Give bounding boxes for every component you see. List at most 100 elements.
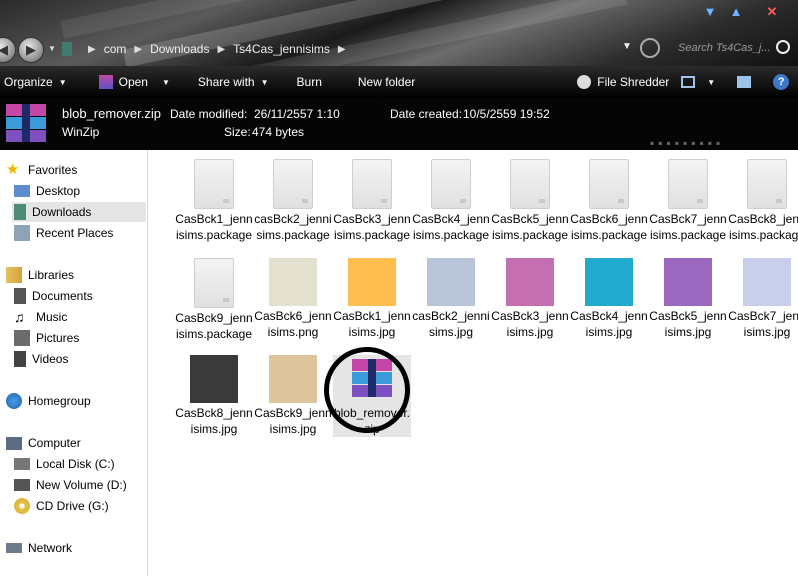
chevron-right-icon[interactable]: ▶: [88, 44, 96, 55]
nav-desktop[interactable]: Desktop: [14, 181, 80, 201]
search-icon[interactable]: [776, 40, 790, 54]
nav-favorites[interactable]: ★ Favorites: [6, 160, 77, 180]
new-folder-button[interactable]: New folder: [352, 66, 421, 98]
network-icon: [6, 543, 22, 553]
minimize-button[interactable]: ▼: [700, 4, 720, 20]
chevron-right-icon[interactable]: ▶: [217, 44, 225, 55]
nav-pictures[interactable]: Pictures: [14, 328, 79, 348]
nav-network[interactable]: Network: [6, 538, 72, 558]
file-name-label: CasBck8_jennisims.jpg: [175, 406, 253, 436]
nav-label: Desktop: [36, 184, 81, 198]
recent-pages-dropdown-icon[interactable]: ▼: [48, 44, 56, 53]
nav-computer[interactable]: Computer: [6, 433, 81, 453]
chevron-down-icon: ▼: [707, 77, 716, 87]
nav-homegroup[interactable]: Homegroup: [6, 391, 91, 411]
file-item-package[interactable]: CasBck6_jennisims.package: [570, 159, 648, 243]
back-button[interactable]: ◀: [0, 37, 16, 63]
file-name-label: CasBck3_jennisims.jpg: [491, 309, 569, 339]
file-item-package[interactable]: CasBck1_jennisims.package: [175, 159, 253, 243]
chevron-right-icon[interactable]: ▶: [134, 44, 142, 55]
image-thumbnail: [664, 258, 712, 306]
nav-documents[interactable]: Documents: [14, 286, 93, 306]
file-item-package[interactable]: CasBck9_jennisims.package: [175, 258, 253, 342]
nav-libraries[interactable]: Libraries: [6, 265, 74, 285]
nav-local-disk-c[interactable]: Local Disk (C:): [14, 454, 115, 474]
nav-label: Favorites: [28, 163, 78, 177]
file-item-image[interactable]: CasBck8_jennisims.jpg: [175, 355, 253, 437]
hard-drive-icon: [14, 479, 30, 491]
nav-label: New Volume (D:): [36, 478, 127, 492]
file-item-package[interactable]: CasBck4_jennisims.package: [412, 159, 490, 243]
file-item-package[interactable]: casBck2_jennisims.package: [254, 159, 332, 243]
refresh-icon[interactable]: [640, 38, 660, 58]
file-item-image[interactable]: CasBck5_jennisims.jpg: [649, 258, 727, 340]
nav-label: Computer: [28, 436, 81, 450]
folder-icon: [62, 42, 72, 56]
nav-label: Pictures: [36, 331, 80, 345]
preview-pane-button[interactable]: [731, 66, 757, 98]
chevron-down-icon: ▼: [260, 77, 269, 87]
nav-videos[interactable]: Videos: [14, 349, 68, 369]
address-dropdown-icon[interactable]: ▼: [622, 41, 632, 52]
maximize-button[interactable]: ▲: [726, 4, 746, 20]
file-item-image[interactable]: CasBck7_jennisims.jpg: [728, 258, 798, 340]
file-item-package[interactable]: CasBck5_jennisims.package: [491, 159, 569, 243]
date-created-label: Date created:: [390, 107, 463, 121]
cd-drive-icon: [14, 498, 30, 514]
open-button[interactable]: Open ▼: [93, 66, 176, 98]
organize-button[interactable]: Organize ▼: [0, 66, 73, 98]
nav-music[interactable]: ♫ Music: [14, 307, 67, 327]
close-button[interactable]: ✕: [762, 4, 782, 20]
search-input[interactable]: Search Ts4Cas_j...: [672, 38, 786, 58]
burn-button[interactable]: Burn: [291, 66, 328, 98]
forward-button[interactable]: ▶: [18, 37, 44, 63]
winzip-file-icon: [6, 104, 46, 142]
file-name-label: CasBck1_jennisims.jpg: [333, 309, 411, 339]
views-grid-icon: [681, 76, 696, 88]
file-item-package[interactable]: CasBck7_jennisims.package: [649, 159, 727, 243]
file-item-image[interactable]: CasBck6_jennisims.png: [254, 258, 332, 340]
help-button[interactable]: ?: [767, 66, 795, 98]
documents-icon: [14, 288, 26, 304]
package-file-icon: [510, 159, 550, 209]
file-item-zip[interactable]: blob_remover.zip: [333, 355, 411, 437]
chevron-right-icon[interactable]: ▶: [338, 44, 346, 55]
date-modified-label: Date modified:: [170, 107, 248, 121]
file-item-image[interactable]: CasBck1_jennisims.jpg: [333, 258, 411, 340]
nav-cd-drive-g[interactable]: CD Drive (G:): [14, 496, 109, 516]
breadcrumb-com[interactable]: com: [104, 42, 127, 56]
nav-label: Videos: [32, 352, 69, 366]
nav-recent-places[interactable]: Recent Places: [14, 223, 113, 243]
winzip-small-icon: [98, 75, 113, 89]
file-list-view: CasBck1_jennisims.package casBck2_jennisi…: [148, 150, 798, 576]
file-shredder-button[interactable]: File Shredder: [571, 66, 675, 98]
file-name-label: CasBck6_jennisims.png: [254, 309, 332, 339]
breadcrumb-ts4cas-jennisims[interactable]: Ts4Cas_jennisims: [233, 42, 330, 56]
file-name-label: CasBck4_jennisims.package: [412, 212, 490, 242]
breadcrumb: ▶ com ▶ Downloads ▶ Ts4Cas_jennisims ▶: [62, 40, 354, 58]
downloads-folder-icon: [14, 204, 26, 220]
image-thumbnail: [269, 258, 317, 306]
burn-label: Burn: [296, 75, 322, 89]
shredder-icon: [577, 75, 592, 89]
nav-downloads[interactable]: Downloads: [12, 202, 146, 222]
file-item-package[interactable]: CasBck3_jennisims.package: [333, 159, 411, 243]
file-item-package[interactable]: CasBck8_jennisims.package: [728, 159, 798, 243]
file-item-image[interactable]: casBck2_jennisims.jpg: [412, 258, 490, 340]
file-item-image[interactable]: CasBck4_jennisims.jpg: [570, 258, 648, 340]
file-item-image[interactable]: CasBck3_jennisims.jpg: [491, 258, 569, 340]
breadcrumb-downloads[interactable]: Downloads: [150, 42, 209, 56]
nav-new-volume-d[interactable]: New Volume (D:): [14, 475, 127, 495]
chevron-down-icon: ▼: [58, 77, 67, 87]
package-file-icon: [431, 159, 471, 209]
file-item-image[interactable]: CasBck9_jennisims.jpg: [254, 355, 332, 437]
image-thumbnail: [190, 355, 238, 403]
help-icon: ?: [773, 74, 790, 90]
file-name-label: CasBck5_jennisims.jpg: [649, 309, 727, 339]
nav-label: Downloads: [32, 205, 92, 219]
file-name-label: CasBck8_jennisims.package: [728, 212, 798, 242]
organize-label: Organize: [4, 75, 53, 89]
views-button[interactable]: ▼: [675, 66, 721, 98]
file-name-label: CasBck9_jennisims.jpg: [254, 406, 332, 436]
share-with-button[interactable]: Share with ▼: [192, 66, 275, 98]
